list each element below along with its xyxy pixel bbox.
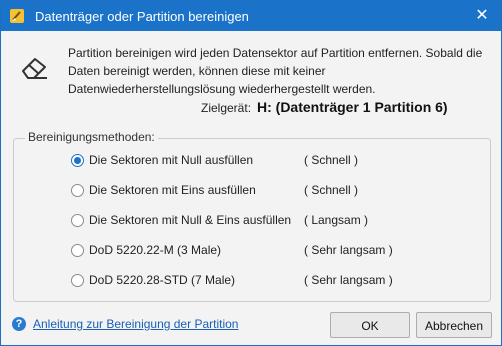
method-label: DoD 5220.28-STD (7 Male) <box>89 273 236 287</box>
method-option-zero-fill[interactable]: Die Sektoren mit Null ausfüllen ( Schnel… <box>69 152 429 170</box>
radio-button[interactable] <box>71 214 84 227</box>
cancel-button[interactable]: Abbrechen <box>416 312 492 338</box>
method-option-dod-7[interactable]: DoD 5220.28-STD (7 Male) ( Sehr langsam … <box>69 272 429 290</box>
method-option-zero-one-fill[interactable]: Die Sektoren mit Null & Eins ausfüllen (… <box>69 212 429 230</box>
close-button[interactable]: ✕ <box>471 5 493 27</box>
method-label: Die Sektoren mit Null ausfüllen <box>89 153 254 167</box>
description-text: Partition bereinigen wird jeden Datensek… <box>68 46 483 96</box>
radio-button[interactable] <box>71 244 84 257</box>
methods-legend: Bereinigungsmethoden: <box>25 130 158 144</box>
method-label: Die Sektoren mit Null & Eins ausfüllen <box>89 213 292 227</box>
target-device-label: Zielgerät: <box>201 101 252 115</box>
method-label: Die Sektoren mit Eins ausfüllen <box>89 183 256 197</box>
method-option-dod-3[interactable]: DoD 5220.22-M (3 Male) ( Sehr langsam ) <box>69 242 429 260</box>
method-speed: ( Langsam ) <box>304 213 369 227</box>
target-device-value: H: (Datenträger 1 Partition 6) <box>257 99 448 115</box>
help-icon[interactable]: ? <box>12 317 26 331</box>
method-speed: ( Sehr langsam ) <box>304 273 393 287</box>
help-link[interactable]: Anleitung zur Bereinigung der Partition <box>33 317 238 331</box>
ok-button[interactable]: OK <box>330 312 410 338</box>
radio-button-selected[interactable] <box>71 154 84 167</box>
radio-button[interactable] <box>71 184 84 197</box>
eraser-icon <box>22 58 47 79</box>
app-broom-icon <box>10 9 24 23</box>
method-label: DoD 5220.22-M (3 Male) <box>89 243 222 257</box>
method-speed: ( Sehr langsam ) <box>304 243 393 257</box>
radio-button[interactable] <box>71 274 84 287</box>
method-speed: ( Schnell ) <box>304 183 359 197</box>
title-bar: Datenträger oder Partition bereinigen ✕ <box>1 1 501 31</box>
method-speed: ( Schnell ) <box>304 153 359 167</box>
dialog-window: Datenträger oder Partition bereinigen ✕ … <box>0 0 502 346</box>
window-title: Datenträger oder Partition bereinigen <box>35 9 249 24</box>
method-option-one-fill[interactable]: Die Sektoren mit Eins ausfüllen ( Schnel… <box>69 182 429 200</box>
